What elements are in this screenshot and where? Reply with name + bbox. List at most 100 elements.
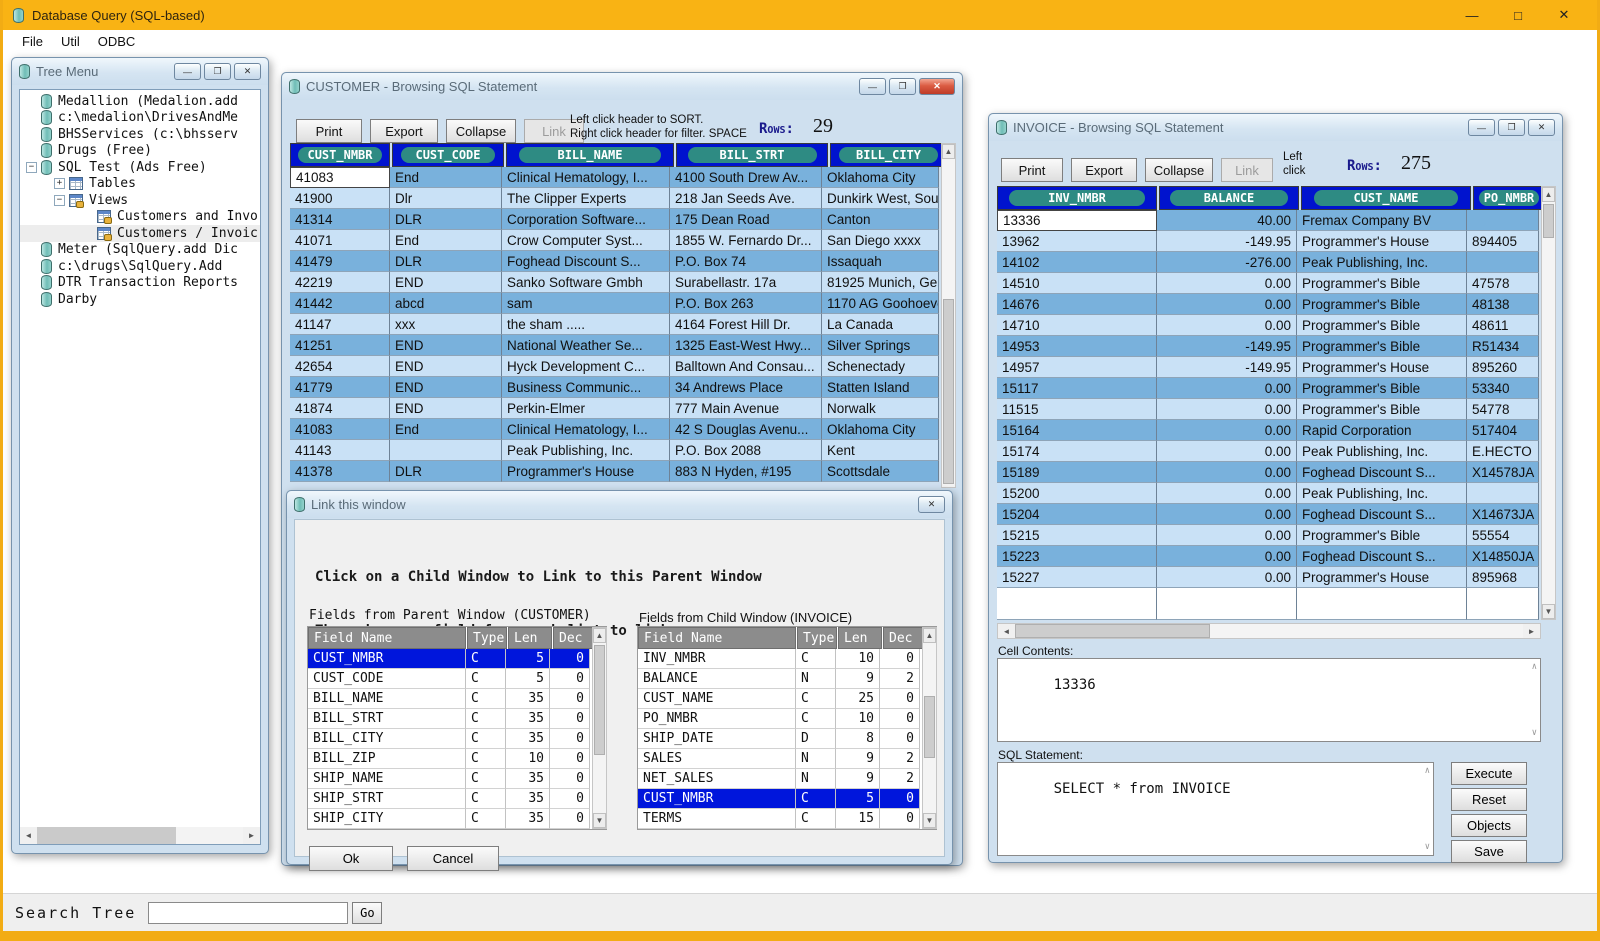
field-cell[interactable]: C bbox=[466, 689, 506, 709]
field-cell[interactable]: 0 bbox=[880, 789, 920, 809]
field-cell[interactable]: 0 bbox=[550, 689, 590, 709]
field-cell[interactable]: C bbox=[796, 709, 836, 729]
field-cell[interactable]: 0 bbox=[550, 769, 590, 789]
table-cell[interactable]: 42 S Douglas Avenu... bbox=[670, 419, 822, 440]
customer-restore-button[interactable]: ❐ bbox=[889, 78, 916, 95]
table-cell[interactable]: X14850JA bbox=[1467, 546, 1539, 567]
scroll-thumb[interactable] bbox=[943, 299, 954, 484]
table-row[interactable]: 14102-276.00Peak Publishing, Inc. bbox=[997, 252, 1539, 273]
table-cell[interactable]: 0.00 bbox=[1157, 294, 1297, 315]
table-cell[interactable]: Business Communic... bbox=[502, 377, 670, 398]
field-cell[interactable]: BILL_ZIP bbox=[308, 749, 466, 769]
save-button[interactable]: Save bbox=[1451, 840, 1527, 863]
table-cell[interactable]: 777 Main Avenue bbox=[670, 398, 822, 419]
table-cell[interactable]: Rapid Corporation bbox=[1297, 420, 1467, 441]
table-cell[interactable]: 15164 bbox=[997, 420, 1157, 441]
field-cell[interactable]: 0 bbox=[880, 729, 920, 749]
customer-minimize-button[interactable]: — bbox=[859, 78, 886, 95]
table-cell[interactable]: Foghead Discount S... bbox=[502, 251, 670, 272]
invoice-horizontal-scrollbar[interactable]: ◄ ► bbox=[997, 623, 1541, 639]
field-row[interactable]: BILL_NAMEC350 bbox=[308, 689, 606, 709]
field-cell[interactable]: 35 bbox=[506, 789, 550, 809]
table-row[interactable]: 41479DLRFoghead Discount S...P.O. Box 74… bbox=[290, 251, 939, 272]
table-cell[interactable]: 895968 bbox=[1467, 567, 1539, 588]
table-cell[interactable]: sam bbox=[502, 293, 670, 314]
table-row[interactable]: 152000.00Peak Publishing, Inc. bbox=[997, 483, 1539, 504]
table-cell[interactable]: 1325 East-West Hwy... bbox=[670, 335, 822, 356]
field-cell[interactable]: SALES bbox=[638, 749, 796, 769]
table-cell[interactable]: End bbox=[390, 230, 502, 251]
table-cell[interactable]: 41147 bbox=[290, 314, 390, 335]
column-header-bill_strt[interactable]: BILL_STRT bbox=[676, 143, 828, 167]
table-cell[interactable]: X14673JA bbox=[1467, 504, 1539, 525]
table-cell[interactable]: Crow Computer Syst... bbox=[502, 230, 670, 251]
field-cell[interactable]: 35 bbox=[506, 689, 550, 709]
table-cell[interactable]: 48138 bbox=[1467, 294, 1539, 315]
tree-expander[interactable]: − bbox=[54, 195, 69, 206]
collapse-minus-icon[interactable]: − bbox=[54, 195, 65, 206]
customer-close-button[interactable]: ✕ bbox=[919, 78, 955, 95]
field-cell[interactable]: 0 bbox=[880, 709, 920, 729]
field-cell[interactable]: N bbox=[796, 769, 836, 789]
table-cell[interactable]: 48611 bbox=[1467, 315, 1539, 336]
field-cell[interactable]: 0 bbox=[550, 649, 590, 669]
tree-restore-button[interactable]: ❐ bbox=[204, 63, 231, 80]
cell-contents-box[interactable]: 13336 ∧ ∨ bbox=[997, 658, 1541, 742]
tree-close-button[interactable]: ✕ bbox=[234, 63, 261, 80]
invoice-collapse-button[interactable]: Collapse bbox=[1145, 158, 1213, 182]
table-cell[interactable]: Kent bbox=[822, 440, 939, 461]
table-cell[interactable]: DLR bbox=[390, 209, 502, 230]
field-cell[interactable]: C bbox=[796, 809, 836, 829]
table-cell[interactable]: 15223 bbox=[997, 546, 1157, 567]
table-cell[interactable]: Peak Publishing, Inc. bbox=[502, 440, 670, 461]
invoice-export-button[interactable]: Export bbox=[1071, 158, 1137, 182]
field-row[interactable]: SHIP_DATED80 bbox=[638, 729, 936, 749]
table-row[interactable]: 41900DlrThe Clipper Experts218 Jan Seeds… bbox=[290, 188, 939, 209]
column-header-field-name[interactable]: Field Name bbox=[638, 627, 796, 649]
table-cell[interactable]: 47578 bbox=[1467, 273, 1539, 294]
table-cell[interactable]: Canton bbox=[822, 209, 939, 230]
field-cell[interactable]: CUST_CODE bbox=[308, 669, 466, 689]
table-cell[interactable]: -149.95 bbox=[1157, 231, 1297, 252]
chevron-down-icon[interactable]: ∨ bbox=[1425, 842, 1430, 852]
chevron-down-icon[interactable]: ∨ bbox=[1532, 728, 1537, 738]
table-cell[interactable]: Silver Springs bbox=[822, 335, 939, 356]
customer-vertical-scrollbar[interactable]: ▲ bbox=[941, 143, 956, 488]
column-header-len[interactable]: Len bbox=[508, 627, 552, 649]
table-cell[interactable]: Oklahoma City bbox=[822, 419, 939, 440]
field-cell[interactable]: BILL_CITY bbox=[308, 729, 466, 749]
table-row[interactable]: 152150.00Programmer's Bible55554 bbox=[997, 525, 1539, 546]
table-cell[interactable]: Dlr bbox=[390, 188, 502, 209]
chevron-up-icon[interactable]: ∧ bbox=[1425, 766, 1430, 776]
field-cell[interactable]: 25 bbox=[836, 689, 880, 709]
field-cell[interactable]: D bbox=[796, 729, 836, 749]
table-cell[interactable]: 41083 bbox=[290, 167, 390, 188]
table-cell[interactable]: P.O. Box 74 bbox=[670, 251, 822, 272]
field-cell[interactable]: C bbox=[796, 689, 836, 709]
table-cell[interactable]: Dunkirk West, South bbox=[822, 188, 939, 209]
table-cell[interactable]: Programmer's Bible bbox=[1297, 294, 1467, 315]
scroll-up-icon[interactable]: ▲ bbox=[923, 628, 936, 643]
table-row[interactable]: 41251ENDNational Weather Se...1325 East-… bbox=[290, 335, 939, 356]
table-cell[interactable]: Programmer's House bbox=[502, 461, 670, 482]
column-header-inv_nmbr[interactable]: INV_NMBR bbox=[997, 186, 1157, 210]
table-cell[interactable]: San Diego xxxx bbox=[822, 230, 939, 251]
table-cell[interactable]: Surabellastr. 17a bbox=[670, 272, 822, 293]
table-cell[interactable]: 4100 South Drew Av... bbox=[670, 167, 822, 188]
tree-item[interactable]: c:\medalion\DrivesAndMe bbox=[20, 110, 260, 127]
chevron-up-icon[interactable]: ∧ bbox=[1532, 662, 1537, 672]
table-cell[interactable]: Clinical Hematology, I... bbox=[502, 167, 670, 188]
field-cell[interactable]: C bbox=[466, 789, 506, 809]
table-cell[interactable]: 0.00 bbox=[1157, 378, 1297, 399]
tree-item[interactable]: Customers / Invoic bbox=[20, 225, 260, 242]
objects-button[interactable]: Objects bbox=[1451, 814, 1527, 837]
field-cell[interactable]: 10 bbox=[836, 709, 880, 729]
table-cell[interactable]: End bbox=[390, 419, 502, 440]
field-cell[interactable]: C bbox=[466, 729, 506, 749]
tree-horizontal-scrollbar[interactable]: ◄ ► bbox=[20, 827, 260, 844]
table-cell[interactable]: -149.95 bbox=[1157, 357, 1297, 378]
table-cell[interactable]: 55554 bbox=[1467, 525, 1539, 546]
table-cell[interactable]: END bbox=[390, 272, 502, 293]
field-cell[interactable]: 5 bbox=[506, 669, 550, 689]
field-row[interactable]: CUST_NAMEC250 bbox=[638, 689, 936, 709]
